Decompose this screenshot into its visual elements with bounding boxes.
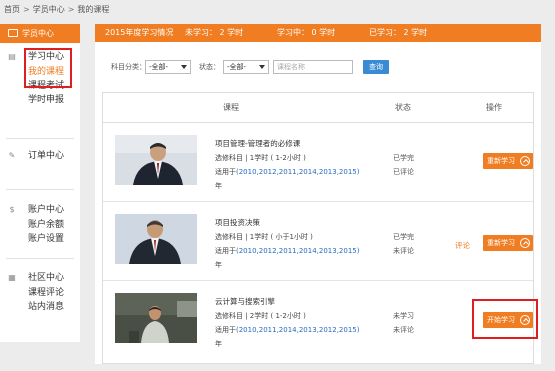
subject-select[interactable]: -全部- <box>145 60 191 74</box>
summary-completed: 已学习： 2 学时 <box>369 28 428 37</box>
divider <box>6 189 74 190</box>
status-label: 状态： <box>199 63 220 71</box>
summary-year: 2015年度学习情况 <box>105 28 174 37</box>
applies-prefix: 适用于 <box>215 326 236 334</box>
course-status: 已学完 未评论 <box>393 230 414 258</box>
sidebar-header[interactable]: 学员中心 <box>0 24 80 43</box>
sidebar-item-order-center[interactable]: ✎ 订单中心 <box>0 148 80 164</box>
summary-not-started: 未学习： 2 学时 <box>185 28 244 37</box>
divider <box>6 138 74 139</box>
course-title[interactable]: 项目管理-管理者的必修课 <box>215 137 385 151</box>
sidebar-item-messages[interactable]: 站内消息 <box>0 300 80 314</box>
book-icon: ▤ <box>8 52 16 61</box>
sidebar-item-course-comments[interactable]: 课程评论 <box>0 286 80 300</box>
subject-label: 科目分类： <box>111 63 146 71</box>
breadcrumb-student-center[interactable]: 学员中心 <box>33 5 65 14</box>
course-table: 课程 状态 操作 项目管理-管理者的必修课 选修科目 | 1学时 ( 1-2小时 <box>102 92 538 364</box>
query-button[interactable]: 查询 <box>363 60 389 74</box>
course-years: (2010,2012,2011,2014,2013,2015) <box>236 168 360 176</box>
course-status: 未学习 未评论 <box>393 309 414 337</box>
course-title[interactable]: 项目投资决策 <box>215 216 385 230</box>
sidebar-section-account: $ 账户中心 账户余额 账户设置 <box>0 202 80 246</box>
course-type: 选修科目 | 2学时 ( 1-2小时 ) <box>215 312 306 320</box>
course-type: 选修科目 | 1学时 ( 小于1小时 ) <box>215 233 313 241</box>
course-title[interactable]: 云计算与搜索引擎 <box>215 295 385 309</box>
table-row: 云计算与搜索引擎 选修科目 | 2学时 ( 1-2小时 ) 适用于(2010,2… <box>103 282 538 360</box>
course-thumbnail[interactable] <box>115 293 197 343</box>
summary-in-progress: 学习中： 0 学时 <box>277 28 336 37</box>
course-name-input[interactable]: 课程名称 <box>273 60 353 74</box>
course-years: (2010,2011,2014,2013,2012,2015) <box>236 326 360 334</box>
status-select[interactable]: -全部- <box>223 60 269 74</box>
breadcrumb-my-courses: 我的课程 <box>77 5 110 14</box>
grid-icon: ▦ <box>8 273 16 282</box>
col-action: 操作 <box>486 103 502 112</box>
applies-suffix: 年 <box>215 340 222 348</box>
col-course: 课程 <box>223 103 239 112</box>
chevron-up-icon <box>520 156 530 166</box>
table-row: 项目管理-管理者的必修课 选修科目 | 1学时 ( 1-2小时 ) 适用于(20… <box>103 124 533 202</box>
breadcrumb: 首页 > 学员中心 > 我的课程 <box>4 5 110 14</box>
applies-prefix: 适用于 <box>215 168 236 176</box>
restudy-button[interactable]: 重新学习 <box>483 153 533 169</box>
monitor-icon <box>8 29 18 37</box>
col-status: 状态 <box>395 103 411 112</box>
chevron-down-icon <box>181 65 187 69</box>
sidebar-section-title: ▦ 社区中心 <box>8 273 65 283</box>
sidebar-section-title: $ 账户中心 <box>0 202 80 218</box>
course-thumbnail[interactable] <box>115 135 197 185</box>
sidebar-item-settings[interactable]: 账户设置 <box>0 232 80 246</box>
course-years: (2010,2012,2011,2014,2013,2015) <box>236 247 360 255</box>
applies-suffix: 年 <box>215 261 222 269</box>
course-type: 选修科目 | 1学时 ( 1-2小时 ) <box>215 154 306 162</box>
study-summary-bar: 2015年度学习情况 未学习： 2 学时 学习中： 0 学时 已学习： 2 学时 <box>95 24 541 42</box>
review-status: 未评论 <box>393 326 414 334</box>
table-header: 课程 状态 操作 <box>103 93 533 123</box>
sidebar-item-hours-report[interactable]: 学时申报 <box>0 93 80 107</box>
course-info: 云计算与搜索引擎 选修科目 | 2学时 ( 1-2小时 ) 适用于(2010,2… <box>215 295 385 351</box>
review-link[interactable]: 评论 <box>455 240 470 251</box>
course-status: 已学完 已评论 <box>393 151 414 179</box>
pen-icon: ✎ <box>8 151 16 160</box>
chevron-up-icon <box>520 238 530 248</box>
breadcrumb-home[interactable]: 首页 <box>4 5 20 14</box>
chevron-down-icon <box>259 65 265 69</box>
sidebar-item-balance[interactable]: 账户余额 <box>0 218 80 232</box>
study-status: 未学习 <box>393 312 414 320</box>
applies-prefix: 适用于 <box>215 247 236 255</box>
highlight-box <box>472 299 538 339</box>
course-thumbnail[interactable] <box>115 214 197 264</box>
sidebar-section-community: ▦ 社区中心 课程评论 站内消息 <box>0 270 80 314</box>
highlight-box <box>24 48 72 88</box>
divider <box>6 258 74 259</box>
course-info: 项目管理-管理者的必修课 选修科目 | 1学时 ( 1-2小时 ) 适用于(20… <box>215 137 385 193</box>
sidebar: 学员中心 ▤ 学习中心 我的课程 课程考试 学时申报 ✎ 订单中心 $ 账户中心… <box>0 24 80 342</box>
applies-suffix: 年 <box>215 182 222 190</box>
main-panel: 2015年度学习情况 未学习： 2 学时 学习中： 0 学时 已学习： 2 学时… <box>95 24 541 364</box>
course-info: 项目投资决策 选修科目 | 1学时 ( 小于1小时 ) 适用于(2010,201… <box>215 216 385 272</box>
study-status: 已学完 <box>393 233 414 241</box>
study-status: 已学完 <box>393 154 414 162</box>
review-status: 已评论 <box>393 168 414 176</box>
table-row: 项目投资决策 选修科目 | 1学时 ( 小于1小时 ) 适用于(2010,201… <box>103 203 533 281</box>
review-status: 未评论 <box>393 247 414 255</box>
coin-icon: $ <box>9 205 15 214</box>
sidebar-section-orders: ✎ 订单中心 <box>0 148 80 164</box>
restudy-button[interactable]: 重新学习 <box>483 235 533 251</box>
